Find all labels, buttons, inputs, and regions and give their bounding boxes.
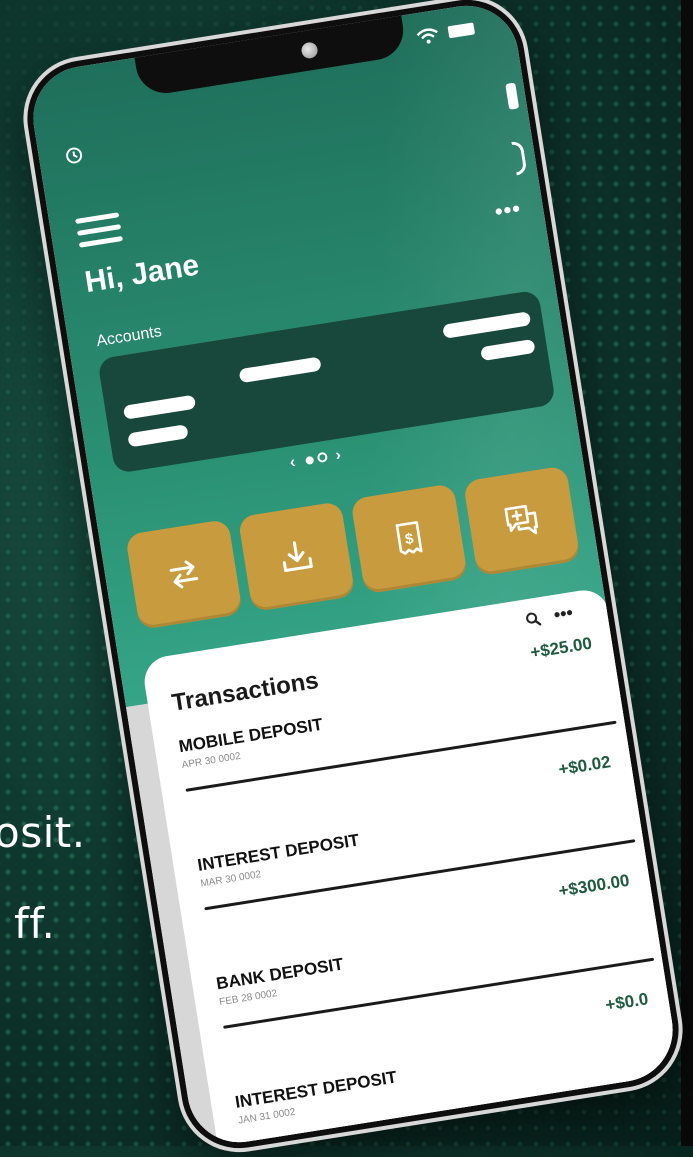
clock-icon: [66, 147, 83, 164]
wifi-icon: [416, 28, 438, 44]
transaction-amount: +$0.02: [557, 752, 612, 780]
transfer-arrows-icon: [169, 560, 199, 589]
right-edge-bar: [681, 0, 693, 1146]
placeholder-bar: [480, 338, 536, 362]
pager-dot: [316, 451, 328, 464]
background-headline-line-1: osit.: [0, 808, 86, 857]
transactions-panel: ••• Transactions +$25.00 MOBILE DEPOSIT …: [140, 586, 687, 1157]
transactions-title: Transactions: [169, 666, 321, 717]
download-button[interactable]: [237, 501, 356, 613]
transaction-amount: +$25.00: [529, 633, 594, 663]
placeholder-bar: [127, 424, 189, 448]
placeholder-bar: [238, 356, 322, 384]
receipt-dollar-icon: $: [395, 521, 423, 555]
transaction-amount: +$0.0: [604, 989, 650, 1015]
transaction-amount: +$300.00: [557, 870, 631, 901]
pay-bills-button[interactable]: $: [350, 483, 469, 595]
svg-text:$: $: [404, 530, 416, 548]
placeholder-bar: [122, 394, 197, 420]
more-options-icon[interactable]: •••: [552, 602, 574, 625]
chevron-left-icon[interactable]: ‹: [289, 453, 299, 471]
hamburger-menu-icon[interactable]: [75, 212, 124, 254]
transfer-button[interactable]: [125, 518, 243, 630]
more-options-icon[interactable]: •••: [493, 195, 523, 225]
placeholder-bar: [442, 311, 532, 339]
search-icon[interactable]: [524, 610, 542, 628]
background-headline-line-2: ff.: [14, 899, 56, 948]
transactions-toolbar: •••: [524, 602, 575, 630]
messages-button[interactable]: [462, 465, 581, 577]
download-tray-icon: [282, 541, 313, 572]
chat-plus-icon: [504, 504, 539, 535]
pager-dot-active: [304, 455, 315, 465]
